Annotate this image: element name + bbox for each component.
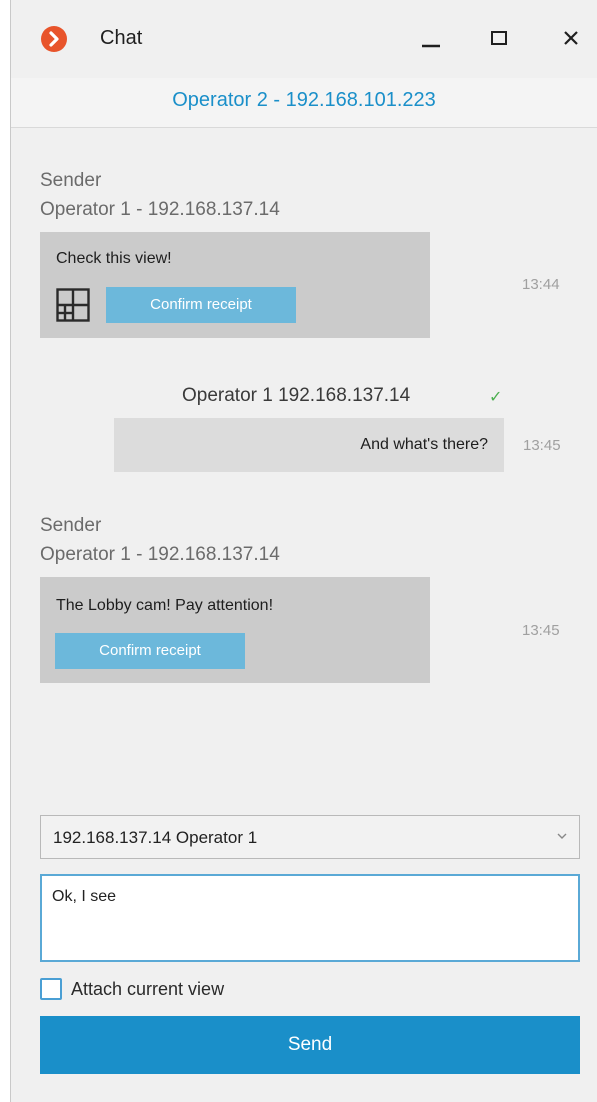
app-logo-icon [41,26,67,52]
sender-name: Operator 1 - 192.168.137.14 [40,199,280,220]
chat-contact-header: Operator 2 - 192.168.101.223 [11,78,597,128]
message-text: And what's there? [360,436,488,453]
window-title: Chat [100,27,143,49]
message-bubble: The Lobby cam! Pay attention! Confirm re… [40,577,430,683]
maximize-icon [491,31,507,45]
outgoing-message-bubble: And what's there? [114,418,504,472]
message-input[interactable]: Ok, I see [40,874,580,962]
message-text: The Lobby cam! Pay attention! [56,597,274,614]
send-button[interactable]: Send [40,1016,580,1074]
recipient-value: 192.168.137.14 Operator 1 [53,828,258,847]
sender-caption: Sender [40,515,102,536]
maximize-button[interactable] [477,18,521,58]
message-time: 13:45 [522,622,560,639]
attach-current-view-checkbox[interactable] [40,978,62,1000]
minimize-icon [422,44,440,48]
title-bar: Chat [11,0,597,78]
minimize-button[interactable] [409,18,453,58]
check-icon: ✓ [489,389,503,406]
layout-grid-icon[interactable] [56,288,90,322]
recipient-select[interactable]: 192.168.137.14 Operator 1 [40,815,580,859]
close-button[interactable] [549,18,593,58]
sender-name: Operator 1 - 192.168.137.14 [40,544,280,565]
chat-window: Chat Operator 2 - 192.168.101.223 Sender… [10,0,597,1102]
confirm-receipt-button[interactable]: Confirm receipt [55,633,245,669]
attach-current-view-label: Attach current view [71,979,225,999]
sender-caption: Sender [40,170,102,191]
chevron-down-icon [557,833,567,839]
message-bubble: Check this view! Confirm receipt [40,232,430,338]
message-time: 13:45 [523,437,561,454]
outgoing-sender-name: Operator 1 192.168.137.14 [182,385,411,406]
message-text: Check this view! [56,250,172,267]
message-time: 13:44 [522,276,560,293]
close-icon [564,31,578,45]
confirm-receipt-button[interactable]: Confirm receipt [106,287,296,323]
